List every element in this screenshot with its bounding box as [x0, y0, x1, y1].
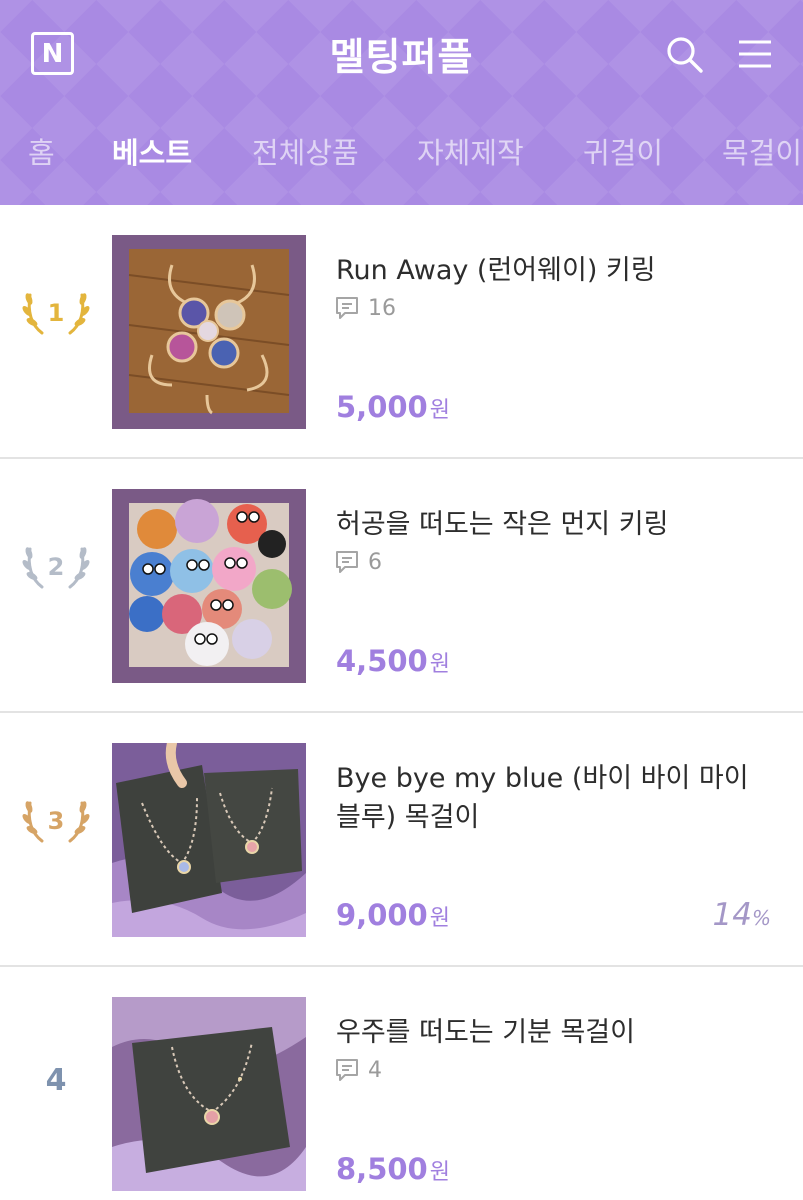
product-name[interactable]: Bye bye my blue (바이 바이 마이 블루) 목걸이 [336, 759, 781, 837]
tab-necklaces[interactable]: 목걸이 [722, 130, 802, 172]
tab-all-products[interactable]: 전체상품 [252, 130, 359, 172]
comment-count: 16 [334, 291, 396, 325]
product-name[interactable]: 허공을 떠도는 작은 먼지 키링 [336, 505, 781, 544]
price-value: 4,500 [336, 644, 428, 678]
menu-icon[interactable] [735, 34, 775, 74]
price-value: 5,000 [336, 390, 428, 424]
rank-number: 3 [48, 807, 65, 835]
product-row[interactable]: 1 Run Away (런어웨이) 키링 16 5,000원 [0, 205, 803, 459]
tab-earrings[interactable]: 귀걸이 [583, 130, 663, 172]
product-thumbnail[interactable] [112, 743, 306, 937]
price-currency: 원 [429, 652, 450, 677]
comment-count: 4 [334, 1053, 382, 1087]
product-row[interactable]: 2 허공을 떠도는 작은 먼지 키링 6 4,500원 [0, 459, 803, 713]
price-currency: 원 [429, 1160, 450, 1185]
product-name[interactable]: Run Away (런어웨이) 키링 [336, 251, 781, 290]
rank-number: 2 [48, 553, 65, 581]
product-row[interactable]: 4 우주를 떠도는 기분 목걸이 4 8,500원 [0, 967, 803, 1200]
comment-count-value: 6 [368, 549, 382, 575]
discount-value: 14 [712, 897, 752, 933]
comment-count: 6 [334, 545, 382, 579]
product-price: 5,000원 [336, 390, 450, 424]
discount-rate: 14% [713, 897, 771, 933]
comment-icon [336, 297, 358, 319]
silver-laurel-icon: 2 [22, 547, 90, 589]
product-price: 8,500원 [336, 1152, 450, 1186]
product-thumbnail[interactable] [112, 235, 306, 429]
rank-number: 1 [48, 299, 65, 327]
tab-self-made[interactable]: 자체제작 [417, 130, 524, 172]
tab-best[interactable]: 베스트 [112, 130, 192, 172]
category-tabs: 홈 베스트 전체상품 자체제작 귀걸이 목걸이 [0, 130, 803, 186]
rank-number: 4 [45, 1063, 67, 1098]
product-thumbnail[interactable] [112, 489, 306, 683]
comment-icon [336, 1059, 358, 1081]
price-value: 9,000 [336, 898, 428, 932]
price-currency: 원 [429, 906, 450, 931]
app-header: N 멜팅퍼플 홈 베스트 전체상품 자체제작 귀걸이 목걸이 [0, 0, 803, 205]
product-price: 4,500원 [336, 644, 450, 678]
search-icon[interactable] [664, 34, 704, 74]
comment-count-value: 16 [368, 295, 396, 321]
bronze-laurel-icon: 3 [22, 801, 90, 843]
discount-unit: % [751, 906, 771, 930]
comment-icon [336, 551, 358, 573]
comment-count-value: 4 [368, 1057, 382, 1083]
price-currency: 원 [429, 398, 450, 423]
product-name[interactable]: 우주를 떠도는 기분 목걸이 [336, 1013, 781, 1052]
product-price: 9,000원 [336, 898, 450, 932]
product-row[interactable]: 3 Bye bye my blue (바이 바이 마이 블루) 목걸이 9,00… [0, 713, 803, 967]
product-thumbnail[interactable] [112, 997, 306, 1191]
tab-home[interactable]: 홈 [28, 130, 55, 172]
price-value: 8,500 [336, 1152, 428, 1186]
gold-laurel-icon: 1 [22, 293, 90, 335]
